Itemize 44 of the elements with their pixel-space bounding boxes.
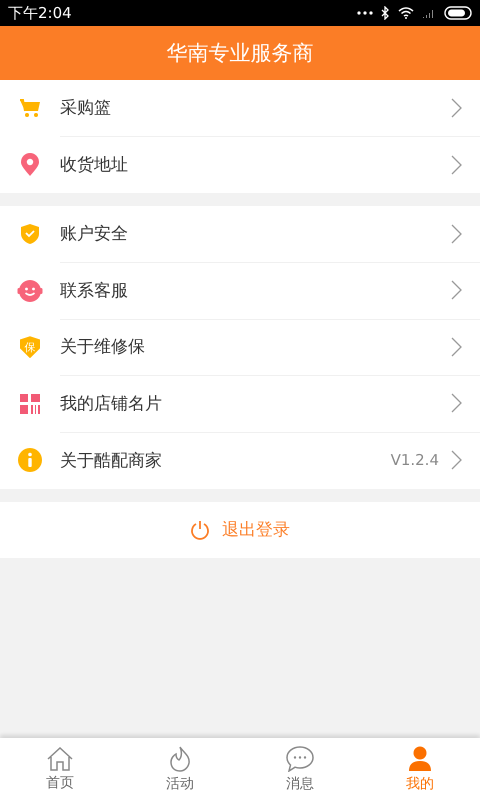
info-icon — [18, 448, 42, 472]
location-pin-icon — [20, 152, 40, 177]
menu-item-label: 我的店铺名片 — [60, 392, 163, 415]
person-icon — [408, 746, 432, 772]
tab[interactable]: 活动 — [120, 738, 240, 800]
power-icon — [190, 520, 210, 540]
menu-item-label: 联系客服 — [60, 280, 129, 302]
menu-item-label: 收货地址 — [60, 154, 129, 176]
flame-icon — [168, 746, 192, 772]
bluetooth-icon — [381, 6, 390, 20]
menu-item[interactable]: 保 关于维修保 — [0, 319, 480, 376]
support-face-icon — [17, 278, 43, 303]
chevron-right-icon — [451, 450, 462, 470]
shield-badge-icon: 保 — [20, 336, 40, 358]
home-icon — [46, 746, 74, 770]
shield-check-icon — [20, 223, 40, 246]
status-time: 下午2:04 — [8, 4, 72, 22]
chevron-right-icon — [451, 154, 462, 175]
menu-item-label: 关于酷配商家 — [60, 450, 163, 472]
menu-item-label: 账户安全 — [60, 223, 129, 246]
menu-item-label: 采购篮 — [60, 97, 112, 120]
header-title: 华南专业服务商 — [166, 40, 314, 67]
chevron-right-icon — [451, 336, 462, 357]
menu-item[interactable]: 我的店铺名片 — [0, 376, 480, 432]
chevron-right-icon — [451, 98, 462, 118]
version-text: V1.2.4 — [390, 451, 439, 470]
cart-icon — [19, 98, 41, 118]
menu-item[interactable]: 关于酷配商家 V1.2.4 — [0, 432, 480, 488]
menu-item[interactable]: 账户安全 — [0, 206, 480, 262]
tab[interactable]: 首页 — [0, 738, 120, 800]
tab[interactable]: 消息 — [240, 738, 360, 800]
battery-icon — [444, 6, 472, 20]
menu-item[interactable]: 采购篮 — [0, 80, 480, 136]
chevron-right-icon — [451, 224, 462, 244]
menu-item[interactable]: 联系客服 — [0, 262, 480, 319]
chevron-right-icon — [451, 393, 462, 414]
more-icon — [357, 10, 373, 16]
chevron-right-icon — [451, 280, 462, 300]
qr-code-icon — [20, 394, 40, 414]
menu-item-label: 关于维修保 — [60, 336, 146, 358]
menu-item[interactable]: 收货地址 — [0, 136, 480, 193]
chat-bubble-icon — [286, 746, 314, 772]
signal-icon — [422, 7, 436, 19]
wifi-icon — [398, 7, 414, 19]
